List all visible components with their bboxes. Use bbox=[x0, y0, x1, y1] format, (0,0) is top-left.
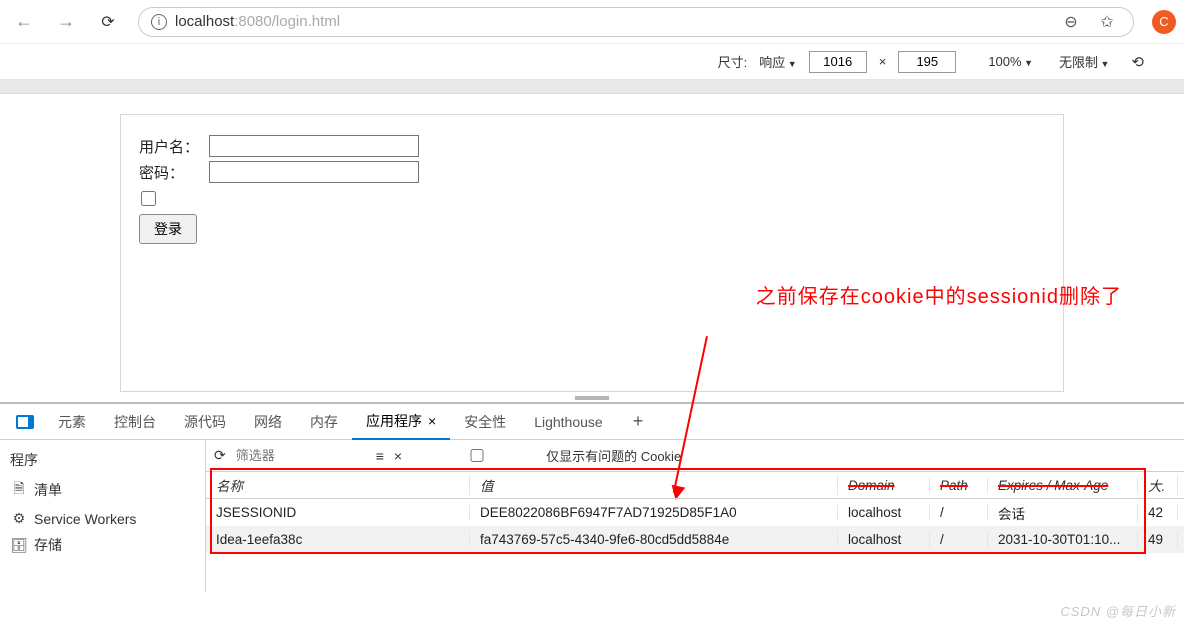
storage-icon: 🗄 bbox=[12, 537, 26, 554]
responsive-toolbar: 尺寸: 响应 × 100% 无限制 ⟲ bbox=[0, 44, 1184, 80]
url-text: localhost:8080/login.html bbox=[175, 13, 340, 30]
throttle-dropdown[interactable]: 无限制 bbox=[1059, 52, 1109, 71]
login-button[interactable]: 登录 bbox=[139, 214, 197, 244]
back-arrow-icon[interactable]: ← bbox=[8, 11, 40, 32]
password-input[interactable] bbox=[209, 161, 419, 183]
filter-input[interactable] bbox=[236, 448, 366, 463]
watermark: CSDN @每日小新 bbox=[1060, 601, 1176, 620]
tab-console[interactable]: 控制台 bbox=[100, 404, 170, 440]
tab-lighthouse[interactable]: Lighthouse bbox=[520, 404, 617, 440]
password-label: 密码： bbox=[139, 162, 205, 183]
col-domain[interactable]: Domain bbox=[838, 478, 930, 493]
only-issues-checkbox[interactable] bbox=[412, 449, 542, 462]
zoom-dropdown[interactable]: 100% bbox=[988, 54, 1033, 69]
x-separator: × bbox=[879, 54, 887, 69]
site-info-icon[interactable]: i bbox=[151, 14, 167, 30]
tab-elements[interactable]: 元素 bbox=[44, 404, 100, 440]
remember-checkbox[interactable] bbox=[141, 191, 156, 206]
zoom-out-icon[interactable]: ⊖ bbox=[1057, 12, 1085, 32]
size-label: 尺寸: bbox=[718, 52, 748, 71]
width-input[interactable] bbox=[809, 51, 867, 73]
filter-bar: ⟳ ≡ × 仅显示有问题的 Cookie bbox=[206, 440, 1184, 472]
extension-icon[interactable]: C bbox=[1152, 10, 1176, 34]
sidebar-item-storage[interactable]: 🗄存储 bbox=[0, 531, 205, 559]
address-bar[interactable]: i localhost:8080/login.html ⊖ ✩ bbox=[138, 7, 1134, 37]
only-issues-toggle[interactable]: 仅显示有问题的 Cookie bbox=[412, 446, 681, 465]
table-row[interactable]: Idea-1eefa38c fa743769-57c5-4340-9fe6-80… bbox=[206, 526, 1184, 553]
dock-icon[interactable] bbox=[16, 415, 34, 429]
sidebar-item-sw[interactable]: ⚙Service Workers bbox=[0, 506, 205, 531]
favorite-icon[interactable]: ✩ bbox=[1093, 12, 1121, 32]
height-input[interactable] bbox=[898, 51, 956, 73]
tab-network[interactable]: 网络 bbox=[240, 404, 296, 440]
document-icon: 🗎 bbox=[12, 478, 26, 502]
table-row[interactable]: JSESSIONID DEE8022086BF6947F7AD71925D85F… bbox=[206, 499, 1184, 526]
col-name[interactable]: 名称 bbox=[206, 475, 470, 495]
responsive-mode-dropdown[interactable]: 响应 bbox=[759, 52, 796, 71]
annotation-text: 之前保存在cookie中的sessionid删除了 bbox=[756, 280, 1122, 309]
col-expires[interactable]: Expires / Max-Age bbox=[988, 478, 1138, 493]
devtools-sidebar: 程序 🗎清单 ⚙Service Workers 🗄存储 bbox=[0, 440, 206, 592]
tab-memory[interactable]: 内存 bbox=[296, 404, 352, 440]
tab-security[interactable]: 安全性 bbox=[450, 404, 520, 440]
close-tab-icon[interactable]: × bbox=[428, 413, 436, 429]
cookies-table: 名称 值 Domain Path Expires / Max-Age 大. JS… bbox=[206, 472, 1184, 592]
col-size[interactable]: 大. bbox=[1138, 475, 1178, 495]
col-path[interactable]: Path bbox=[930, 478, 988, 493]
sidebar-header: 程序 bbox=[0, 446, 205, 474]
tab-sources[interactable]: 源代码 bbox=[170, 404, 240, 440]
drag-handle-icon[interactable] bbox=[575, 396, 609, 400]
ruler bbox=[0, 80, 1184, 94]
gear-icon: ⚙ bbox=[12, 510, 26, 527]
username-label: 用户名： bbox=[139, 136, 205, 157]
refresh-icon[interactable]: ⟳ bbox=[214, 447, 226, 464]
username-input[interactable] bbox=[209, 135, 419, 157]
tab-application[interactable]: 应用程序× bbox=[352, 404, 450, 440]
reload-icon[interactable]: ⟳ bbox=[92, 12, 124, 32]
page-frame: 用户名： 密码： 登录 bbox=[120, 114, 1064, 392]
col-value[interactable]: 值 bbox=[470, 475, 838, 495]
sidebar-item-manifest[interactable]: 🗎清单 bbox=[0, 474, 205, 506]
rotate-icon[interactable]: ⟲ bbox=[1131, 53, 1144, 71]
add-tab-icon[interactable]: + bbox=[617, 411, 660, 432]
forward-arrow-icon[interactable]: → bbox=[50, 11, 82, 32]
filters-icon[interactable]: ≡ bbox=[376, 448, 384, 464]
devtools-tabs: 元素 控制台 源代码 网络 内存 应用程序× 安全性 Lighthouse + bbox=[0, 404, 1184, 440]
clear-icon[interactable]: × bbox=[394, 448, 402, 464]
